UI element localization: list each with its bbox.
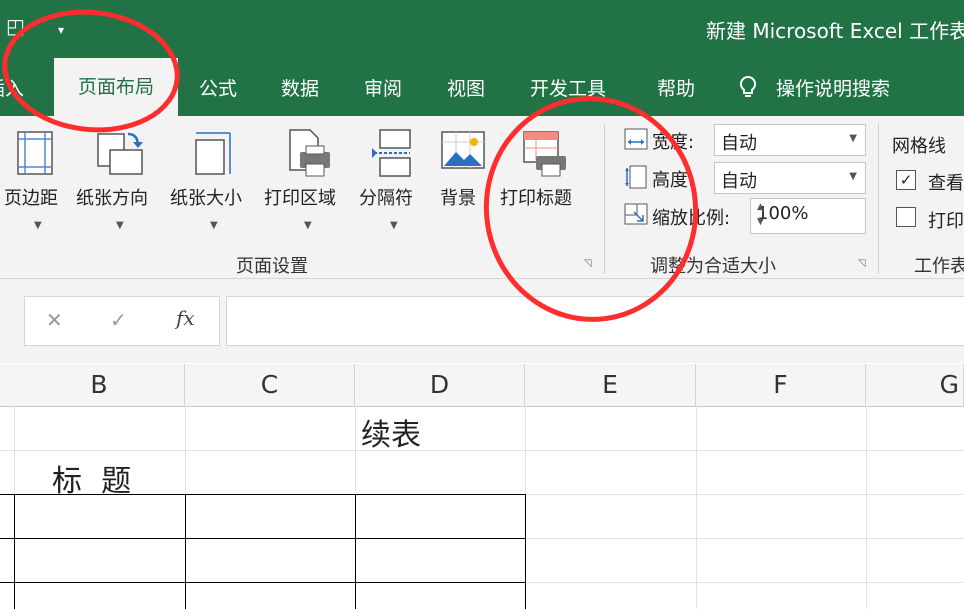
height-value: 自动 bbox=[721, 171, 757, 192]
column-header-b[interactable]: B bbox=[14, 364, 185, 406]
enter-icon[interactable]: ✓ bbox=[110, 308, 127, 332]
column-header-e[interactable]: E bbox=[525, 364, 696, 406]
view-gridlines-label: 查看 bbox=[928, 173, 964, 194]
table-border bbox=[185, 494, 186, 609]
group-label-sheet-options: 工作表 bbox=[914, 256, 964, 277]
height-combo[interactable]: 自动 ▼ bbox=[714, 162, 866, 194]
tab-review[interactable]: 审阅 bbox=[364, 74, 402, 101]
width-value: 自动 bbox=[721, 133, 757, 154]
tab-view[interactable]: 视图 bbox=[447, 74, 485, 101]
orientation-icon[interactable] bbox=[94, 128, 146, 182]
print-area-button[interactable]: 打印区域 bbox=[264, 184, 336, 210]
orientation-button[interactable]: 纸张方向 bbox=[76, 184, 148, 210]
gridline bbox=[0, 450, 964, 451]
tab-formulas[interactable]: 公式 bbox=[199, 74, 237, 101]
scale-dialog-launcher-icon[interactable]: ◹ bbox=[858, 258, 866, 269]
column-header-f[interactable]: F bbox=[696, 364, 866, 406]
window-title: 新建 Microsoft Excel 工作表 bbox=[706, 19, 964, 43]
breaks-dropdown-icon[interactable]: ▼ bbox=[390, 220, 398, 231]
paper-size-dropdown-icon[interactable]: ▼ bbox=[210, 220, 218, 231]
table-border bbox=[355, 494, 356, 609]
tab-data[interactable]: 数据 bbox=[281, 74, 319, 101]
cell-d1[interactable]: 续表 bbox=[361, 410, 421, 454]
view-gridlines-checkbox[interactable]: ✓ bbox=[896, 170, 916, 190]
paper-size-icon[interactable] bbox=[190, 130, 234, 180]
background-icon[interactable] bbox=[440, 130, 486, 174]
gridline bbox=[866, 406, 867, 609]
insert-function-icon[interactable]: fx bbox=[176, 306, 195, 330]
print-area-icon[interactable] bbox=[284, 128, 334, 182]
gridlines-label: 网格线 bbox=[892, 136, 946, 157]
print-gridlines-checkbox[interactable] bbox=[896, 207, 916, 227]
margins-dropdown-icon[interactable]: ▼ bbox=[34, 220, 42, 231]
gridline bbox=[696, 406, 697, 609]
background-button[interactable]: 背景 bbox=[440, 184, 476, 210]
height-dropdown-icon[interactable]: ▼ bbox=[849, 171, 857, 182]
group-label-page-setup: 页面设置 bbox=[236, 256, 308, 277]
column-header-d[interactable]: D bbox=[355, 364, 525, 406]
spin-up-icon[interactable]: ▲ bbox=[757, 202, 857, 212]
tab-help[interactable]: 帮助 bbox=[657, 74, 695, 101]
margins-button[interactable]: 页边距 bbox=[4, 184, 58, 210]
column-header-c[interactable]: C bbox=[185, 364, 355, 406]
orientation-dropdown-icon[interactable]: ▼ bbox=[116, 220, 124, 231]
group-separator bbox=[878, 124, 879, 274]
tell-me-search[interactable]: 操作说明搜索 bbox=[776, 74, 890, 101]
cancel-icon[interactable]: ✕ bbox=[46, 308, 63, 332]
table-border bbox=[0, 538, 525, 539]
table-border bbox=[525, 494, 526, 609]
paper-size-button[interactable]: 纸张大小 bbox=[170, 184, 242, 210]
margins-icon[interactable] bbox=[14, 130, 56, 180]
table-border bbox=[0, 582, 525, 583]
width-dropdown-icon[interactable]: ▼ bbox=[849, 133, 857, 144]
print-gridlines-label: 打印 bbox=[928, 211, 964, 232]
lightbulb-icon[interactable] bbox=[738, 75, 758, 105]
width-combo[interactable]: 自动 ▼ bbox=[714, 124, 866, 156]
breaks-icon[interactable] bbox=[372, 128, 412, 182]
breaks-button[interactable]: 分隔符 bbox=[359, 184, 413, 210]
scale-spinner[interactable]: 100% ▲ ▼ bbox=[750, 198, 866, 234]
column-header-g[interactable]: G bbox=[866, 364, 964, 406]
table-border bbox=[0, 494, 525, 495]
print-area-dropdown-icon[interactable]: ▼ bbox=[304, 220, 312, 231]
table-border bbox=[14, 494, 15, 609]
spin-down-icon[interactable]: ▼ bbox=[757, 217, 857, 227]
